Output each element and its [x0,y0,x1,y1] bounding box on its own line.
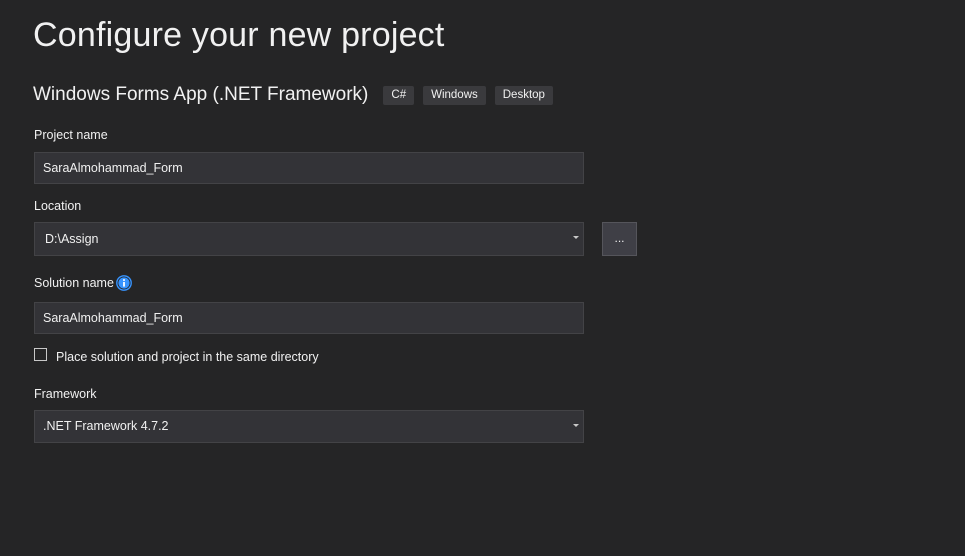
same-directory-label[interactable]: Place solution and project in the same d… [56,350,319,364]
chevron-down-icon[interactable] [573,236,579,239]
info-icon[interactable] [116,275,132,291]
project-name-value: SaraAlmohammad_Form [43,161,183,175]
solution-name-value: SaraAlmohammad_Form [43,311,183,325]
tag-language: C# [383,85,415,105]
page-title: Configure your new project [33,16,445,54]
location-combobox[interactable]: D:\Assign [34,222,584,256]
chevron-down-icon[interactable] [573,424,579,427]
browse-location-button[interactable]: ... [602,222,637,256]
framework-label: Framework [34,387,97,401]
framework-value: .NET Framework 4.7.2 [43,419,169,433]
project-name-label: Project name [34,128,108,142]
location-label: Location [34,199,82,213]
same-directory-checkbox[interactable] [34,348,47,361]
template-name: Windows Forms App (.NET Framework) [33,84,369,105]
framework-combobox[interactable]: .NET Framework 4.7.2 [34,410,584,443]
tag-platform: Windows [423,85,486,105]
solution-name-input[interactable]: SaraAlmohammad_Form [34,302,584,334]
tag-project-type: Desktop [494,85,553,105]
configure-project-page: Configure your new project Windows Forms… [0,0,965,556]
project-name-input[interactable]: SaraAlmohammad_Form [34,152,584,184]
solution-name-label: Solution name [34,276,114,290]
template-header: Windows Forms App (.NET Framework) C# Wi… [33,84,562,106]
location-value: D:\Assign [45,232,99,246]
